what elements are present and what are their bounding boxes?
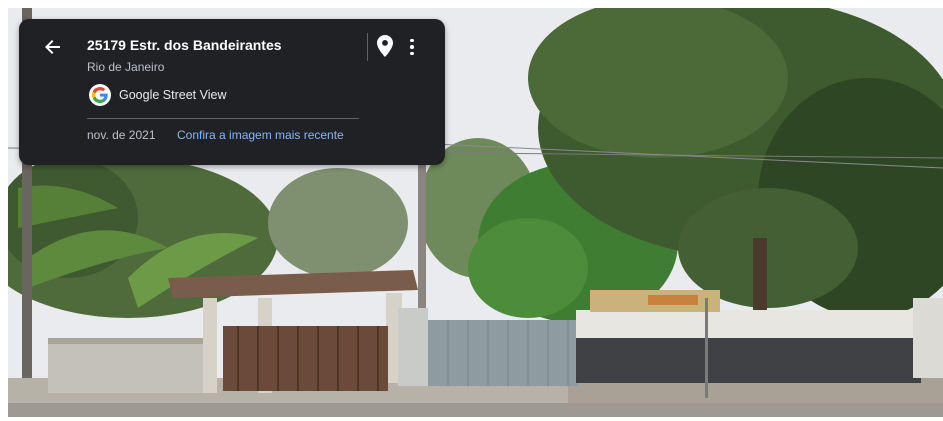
back-button[interactable] [41, 35, 65, 59]
google-logo-icon [89, 84, 111, 106]
street-view-frame: 25179 Estr. dos Bandeirantes Rio de Jane… [0, 0, 943, 421]
card-divider [87, 118, 359, 119]
location-title: 25179 Estr. dos Bandeirantes [87, 37, 282, 53]
location-city: Rio de Janeiro [87, 60, 165, 74]
map-pin-button[interactable] [377, 35, 397, 59]
more-vert-icon [410, 38, 414, 43]
capture-date: nov. de 2021 [87, 128, 156, 142]
arrow-left-icon [45, 40, 60, 54]
location-info-card: 25179 Estr. dos Bandeirantes Rio de Jane… [19, 19, 445, 165]
map-pin-icon [377, 35, 393, 57]
recent-image-link[interactable]: Confira a imagem mais recente [177, 128, 344, 142]
more-options-button[interactable] [404, 35, 420, 59]
google-g-icon [92, 87, 108, 103]
header-divider [367, 33, 368, 61]
source-label: Google Street View [119, 88, 227, 102]
